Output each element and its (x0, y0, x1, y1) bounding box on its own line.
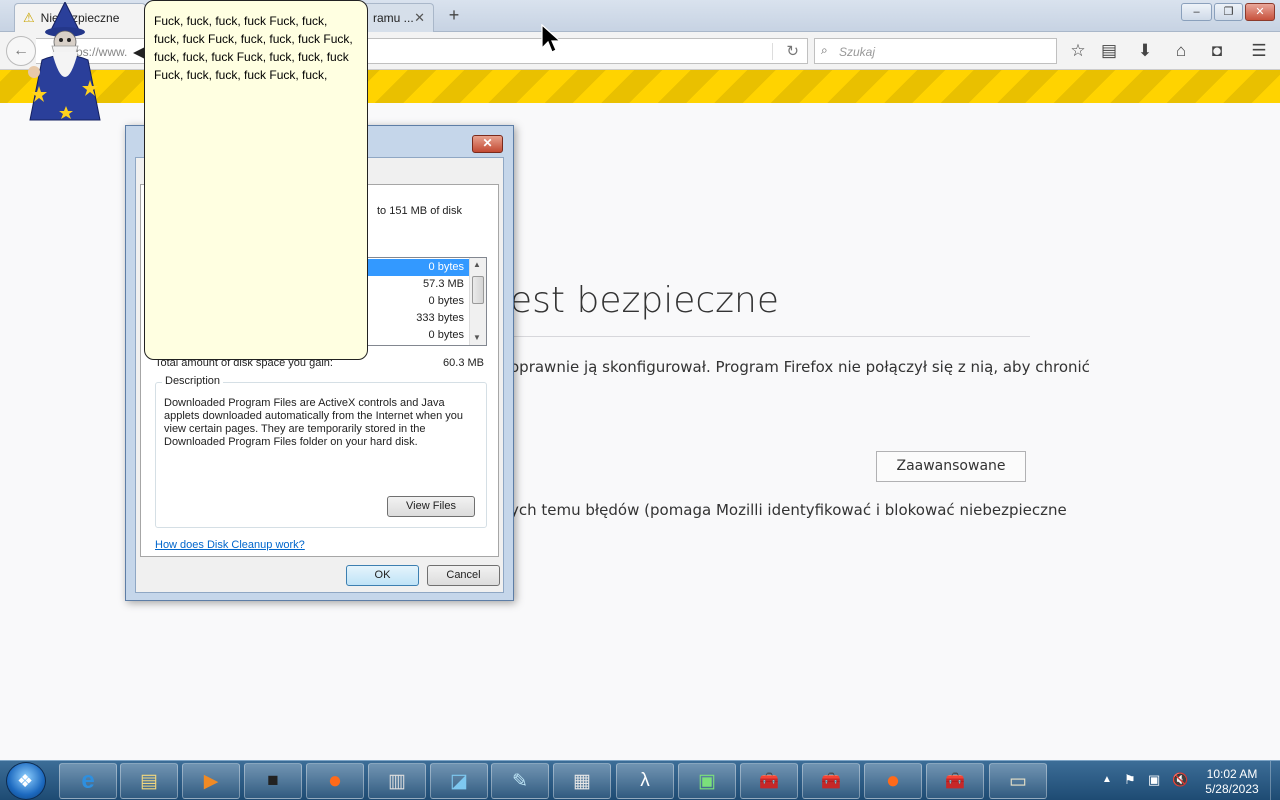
taskbar-button[interactable]: ▤ (120, 763, 178, 799)
taskbar-button[interactable]: ▥ (368, 763, 426, 799)
taskbar-button[interactable]: λ (616, 763, 674, 799)
search-input[interactable]: ⌕ Szukaj (814, 38, 1057, 64)
server-icon: ▥ (388, 770, 406, 792)
show-hidden-icons-icon[interactable]: ▲ (1102, 774, 1112, 785)
taskbar-button[interactable]: e (59, 763, 117, 799)
taskbar: ❖ e ▤ ▶ ■ ● ▥ ◪ ✎ ▦ λ ▣ 🧰 🧰 ● 🧰 ▭ ▲ ⚑ ▣ … (0, 760, 1280, 800)
clock-date[interactable]: 5/28/2023 (1202, 782, 1262, 796)
speech-bubble: Fuck, fuck, fuck, fuck Fuck, fuck, fuck,… (133, 0, 368, 360)
bubble-tail (133, 47, 145, 59)
divider (510, 336, 1030, 337)
toolbox-icon: 🧰 (945, 773, 965, 790)
taskbar-button[interactable]: ■ (244, 763, 302, 799)
clock-time[interactable]: 10:02 AM (1202, 767, 1262, 781)
windows-logo-icon: ❖ (17, 771, 34, 791)
reload-icon[interactable]: ↻ (786, 42, 799, 60)
taskbar-button[interactable]: 🧰 (740, 763, 798, 799)
flag-icon[interactable]: ⚑ (1124, 772, 1136, 788)
search-placeholder: Szukaj (839, 45, 876, 59)
disk-space-text: to 151 MB of disk (377, 205, 462, 217)
download-icon[interactable]: ⬇ (1134, 40, 1156, 62)
reading-list-icon[interactable]: ▤ (1098, 40, 1120, 62)
taskbar-button[interactable]: ● (306, 763, 364, 799)
bubble-text: Fuck, fuck, fuck, fuck Fuck, fuck, fuck,… (154, 14, 353, 82)
star-icon[interactable]: ☆ (1067, 40, 1089, 62)
terminal-icon: ▣ (698, 770, 716, 792)
pocket-icon[interactable]: ◘ (1206, 40, 1228, 62)
advanced-button[interactable]: Zaawansowane (876, 451, 1026, 482)
help-link[interactable]: How does Disk Cleanup work? (155, 539, 305, 551)
taskbar-button[interactable]: ▶ (182, 763, 240, 799)
taskbar-button[interactable]: ● (864, 763, 922, 799)
taskbar-button[interactable]: 🧰 (802, 763, 860, 799)
description-label: Description (162, 375, 224, 387)
lambda-icon: λ (640, 770, 650, 791)
scroll-down-icon[interactable]: ▼ (473, 333, 481, 342)
page-description: oprawnie ją skonfigurował. Program Firef… (510, 358, 1090, 376)
system-tray: ▲ ⚑ ▣ 🔇 10:02 AM 5/28/2023 (1098, 763, 1274, 799)
show-desktop-button[interactable] (1270, 761, 1280, 800)
page-title: est bezpieczne (510, 280, 780, 321)
scroll-up-icon[interactable]: ▲ (473, 260, 481, 269)
volume-muted-icon[interactable]: 🔇 (1172, 772, 1188, 788)
menu-icon[interactable]: ☰ (1248, 40, 1270, 62)
app-window-icon: ◪ (450, 770, 468, 792)
toolbox-icon: 🧰 (821, 773, 841, 790)
maximize-button[interactable]: ❐ (1214, 3, 1243, 21)
cabinet-icon: ▭ (1009, 770, 1027, 792)
app-icon: ■ (267, 770, 279, 791)
internet-explorer-icon: e (81, 767, 95, 794)
minimize-button[interactable]: – (1181, 3, 1212, 21)
calculator-icon: ▦ (573, 770, 591, 792)
media-player-icon: ▶ (203, 770, 219, 792)
taskbar-button[interactable]: ◪ (430, 763, 488, 799)
ok-button[interactable]: OK (346, 565, 419, 586)
firefox-icon: ● (327, 767, 343, 794)
home-icon[interactable]: ⌂ (1170, 40, 1192, 62)
mouse-cursor-icon (541, 24, 561, 53)
network-icon[interactable]: ▣ (1148, 772, 1160, 788)
description-group: Description Downloaded Program Files are… (155, 375, 487, 528)
wizard-agent-icon[interactable] (22, 2, 108, 126)
close-tab-icon[interactable]: ✕ (414, 10, 425, 26)
toolbox-icon: 🧰 (759, 773, 779, 790)
tab-label: ramu ... (373, 11, 414, 25)
taskbar-button[interactable]: ▭ (989, 763, 1047, 799)
taskbar-button[interactable]: 🧰 (926, 763, 984, 799)
taskbar-button[interactable]: ✎ (491, 763, 549, 799)
search-icon: ⌕ (821, 43, 828, 57)
cancel-button[interactable]: Cancel (427, 565, 500, 586)
scrollbar[interactable]: ▲ ▼ (469, 258, 486, 345)
taskbar-button[interactable]: ▦ (553, 763, 611, 799)
description-text: Downloaded Program Files are ActiveX con… (164, 397, 464, 448)
notepad-icon: ✎ (512, 770, 528, 792)
divider (772, 43, 773, 60)
page-report-text: ych temu błędów (pomaga Mozilli identyfi… (510, 501, 1067, 519)
explorer-folder-icon: ▤ (140, 770, 158, 792)
new-tab-button[interactable]: + (444, 5, 464, 25)
scroll-thumb[interactable] (472, 276, 484, 304)
firefox-icon: ● (885, 767, 901, 794)
total-space-value: 60.3 MB (443, 357, 484, 369)
start-button[interactable]: ❖ (6, 762, 46, 800)
taskbar-button[interactable]: ▣ (678, 763, 736, 799)
view-files-button[interactable]: View Files (387, 496, 475, 517)
dialog-close-button[interactable]: ✕ (472, 135, 503, 153)
close-window-button[interactable]: ✕ (1245, 3, 1275, 21)
